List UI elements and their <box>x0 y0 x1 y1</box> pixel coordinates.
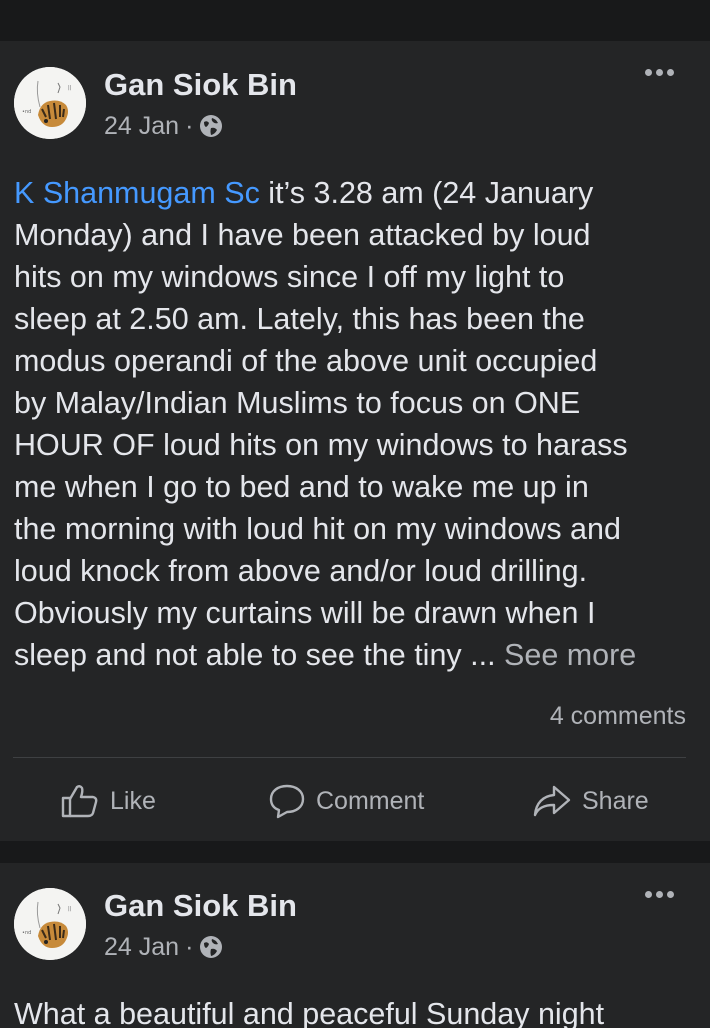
mention-link[interactable]: K Shanmugam Sc <box>14 176 260 210</box>
post-date[interactable]: 24 Jan <box>104 111 179 141</box>
dot-icon <box>656 891 663 898</box>
thumbs-up-icon <box>61 785 98 818</box>
post-body: What a beautiful and peaceful Sunday nig… <box>14 997 605 1028</box>
post-line: Monday) and I have been attacked by loud <box>14 218 591 252</box>
post-body: K Shanmugam Sc it’s 3.28 am (24 January … <box>14 172 694 676</box>
feed-spacer <box>0 841 710 863</box>
post-author-name[interactable]: Gan Siok Bin <box>104 888 297 924</box>
globe-icon <box>200 115 223 137</box>
dot-icon <box>667 891 674 898</box>
post-options-button[interactable] <box>641 887 678 902</box>
post-meta: 24 Jan · <box>104 111 223 141</box>
post-line: loud knock from above and/or loud drilli… <box>14 554 588 588</box>
post-meta: 24 Jan · <box>104 932 223 962</box>
share-arrow-icon <box>533 785 571 817</box>
svg-text:•nd: •nd <box>22 930 31 936</box>
post-line: sleep and not able to see the tiny ... S… <box>14 638 637 672</box>
post-options-button[interactable] <box>641 65 678 80</box>
feed-top-spacer <box>0 0 710 41</box>
post-line: hits on my windows since I off my light … <box>14 260 565 294</box>
post-line: K Shanmugam Sc it’s 3.28 am (24 January <box>14 176 594 210</box>
tiger-avatar-image: •nd || <box>14 67 86 139</box>
post-line: modus operandi of the above unit occupie… <box>14 344 598 378</box>
dot-icon <box>645 891 652 898</box>
dot-icon <box>656 69 663 76</box>
post-line: the morning with loud hit on my windows … <box>14 512 621 546</box>
post-line: sleep at 2.50 am. Lately, this has been … <box>14 302 585 336</box>
post-card: •nd || Gan Siok Bin 24 Jan · K Shanmugam… <box>0 41 710 841</box>
post-divider <box>13 757 686 758</box>
like-label: Like <box>110 786 156 815</box>
post-card: •nd || Gan Siok Bin 24 Jan · What a beau… <box>0 863 710 1028</box>
dot-icon <box>667 69 674 76</box>
post-line: HOUR OF loud hits on my windows to haras… <box>14 428 628 462</box>
share-button[interactable]: Share <box>532 778 649 824</box>
meta-separator: · <box>185 112 194 140</box>
dot-icon <box>645 69 652 76</box>
tiger-avatar-image: •nd || <box>14 888 86 960</box>
comment-bubble-icon <box>269 784 305 819</box>
see-more-link[interactable]: See more <box>504 638 636 672</box>
post-line: Obviously my curtains will be drawn when… <box>14 596 596 630</box>
avatar[interactable]: •nd || <box>14 67 86 139</box>
globe-icon <box>200 936 223 958</box>
post-author-name[interactable]: Gan Siok Bin <box>104 67 297 103</box>
share-label: Share <box>582 786 649 815</box>
comments-count-link[interactable]: 4 comments <box>550 700 686 732</box>
svg-text:||: || <box>68 906 72 912</box>
post-line: by Malay/Indian Muslims to focus on ONE <box>14 386 581 420</box>
comment-button[interactable]: Comment <box>268 778 424 824</box>
avatar[interactable]: •nd || <box>14 888 86 960</box>
svg-text:•nd: •nd <box>22 109 31 115</box>
post-actions-bar: Like Comment Share <box>0 778 710 826</box>
svg-text:||: || <box>68 85 72 91</box>
meta-separator: · <box>185 933 194 961</box>
like-button[interactable]: Like <box>60 778 156 824</box>
post-date[interactable]: 24 Jan <box>104 932 179 962</box>
comment-label: Comment <box>316 786 425 815</box>
post-line: me when I go to bed and to wake me up in <box>14 470 589 504</box>
